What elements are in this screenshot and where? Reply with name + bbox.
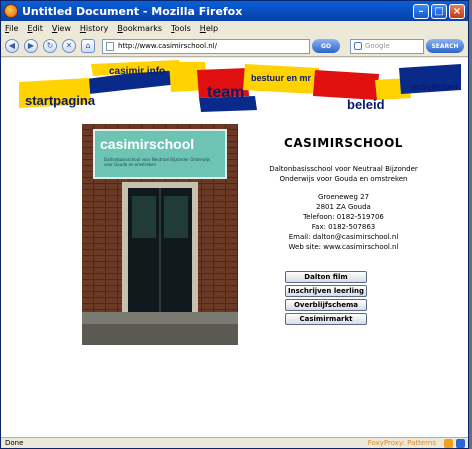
nav-beleid[interactable]: beleid [347,97,385,112]
casimirmarkt-button[interactable]: Casimirmarkt [285,313,367,325]
firefox-icon [4,4,18,18]
page-icon [106,41,114,51]
forward-icon[interactable]: ▶ [24,39,38,53]
fax-number: Fax: 0182-507863 [311,223,376,231]
reload-icon[interactable]: ↻ [43,39,57,53]
description-line-1: Daltonbasisschool voor Neutraal Bijzonde… [269,165,418,173]
page-content: casimir info bestuur en mr startpagina t… [1,58,468,439]
website-address: Web site: www.casimirschool.nl [288,243,399,251]
inschrijven-leerling-button[interactable]: Inschrijven leerling [285,285,367,297]
address-street: Groeneweg 27 [317,193,370,201]
search-input[interactable]: Google [350,38,424,54]
menu-bar: File Edit View History Bookmarks Tools H… [1,21,468,36]
school-name: CASIMIRSCHOOL [284,136,403,150]
search-label: SEARCH [431,42,459,50]
minimize-button[interactable]: – [413,3,429,19]
navigation-toolbar: ◀ ▶ ↻ ✕ ⌂ http://www.casimirschool.nl/ G… [1,36,468,57]
nav-casimir-info[interactable]: casimir info [109,66,165,77]
nav-startpagina[interactable]: startpagina [25,93,95,108]
maximize-button[interactable]: □ [431,3,447,19]
menu-file[interactable]: File [5,24,18,33]
security-icon[interactable] [456,438,465,448]
google-icon [354,42,362,50]
nav-banner: casimir info bestuur en mr startpagina t… [19,60,461,116]
home-icon[interactable]: ⌂ [81,39,95,53]
back-icon[interactable]: ◀ [5,39,19,53]
stop-icon[interactable]: ✕ [62,39,76,53]
link-buttons: Dalton film Inschrijven leerling Overbli… [285,271,367,327]
status-bar: Done FoxyProxy: Patterns [1,437,468,448]
school-info: CASIMIRSCHOOL Daltonbasisschool voor Neu… [241,136,446,252]
banner-shape-red-right [313,70,379,100]
go-button[interactable]: GO [312,39,340,53]
nav-activiteiten[interactable]: activiteiten [411,82,458,92]
sign-text: casimirschool [100,136,195,152]
description-line-2: Onderwijs voor Gouda en omstreken [279,175,408,183]
search-placeholder: Google [365,42,390,50]
url-text: http://www.casimirschool.nl/ [118,42,217,50]
menu-history[interactable]: History [80,24,108,33]
title-bar[interactable]: Untitled Document - Mozilla Firefox – □ … [1,1,468,21]
menu-bookmarks[interactable]: Bookmarks [117,24,162,33]
phone-number: Telefoon: 0182-519706 [303,213,384,221]
overblijfschema-button[interactable]: Overblijfschema [285,299,367,311]
search-button[interactable]: SEARCH [426,39,464,53]
menu-edit[interactable]: Edit [27,24,43,33]
menu-tools[interactable]: Tools [171,24,191,33]
menu-view[interactable]: View [52,24,71,33]
close-button[interactable]: × [449,3,465,19]
go-label: GO [320,42,332,50]
url-bar[interactable]: http://www.casimirschool.nl/ [102,38,310,54]
nav-bestuur-en-mr[interactable]: bestuur en mr [251,73,311,83]
sign-subtitle: Daltonbasisschool voor Neutraal Bijzonde… [104,157,211,167]
window-title: Untitled Document - Mozilla Firefox [22,4,243,18]
browser-window: Untitled Document - Mozilla Firefox – □ … [0,0,469,449]
foxyproxy-icon[interactable] [444,438,453,448]
status-text: Done [5,439,24,447]
nav-team[interactable]: team [207,84,244,102]
dalton-film-button[interactable]: Dalton film [285,271,367,283]
email-address: Email: dalton@casimirschool.nl [288,233,399,241]
foxyproxy-status[interactable]: FoxyProxy: Patterns [368,439,436,447]
school-entrance-photo: casimirschool Daltonbasisschool voor Neu… [82,124,238,345]
address-postal: 2801 ZA Gouda [316,203,371,211]
menu-help[interactable]: Help [200,24,218,33]
